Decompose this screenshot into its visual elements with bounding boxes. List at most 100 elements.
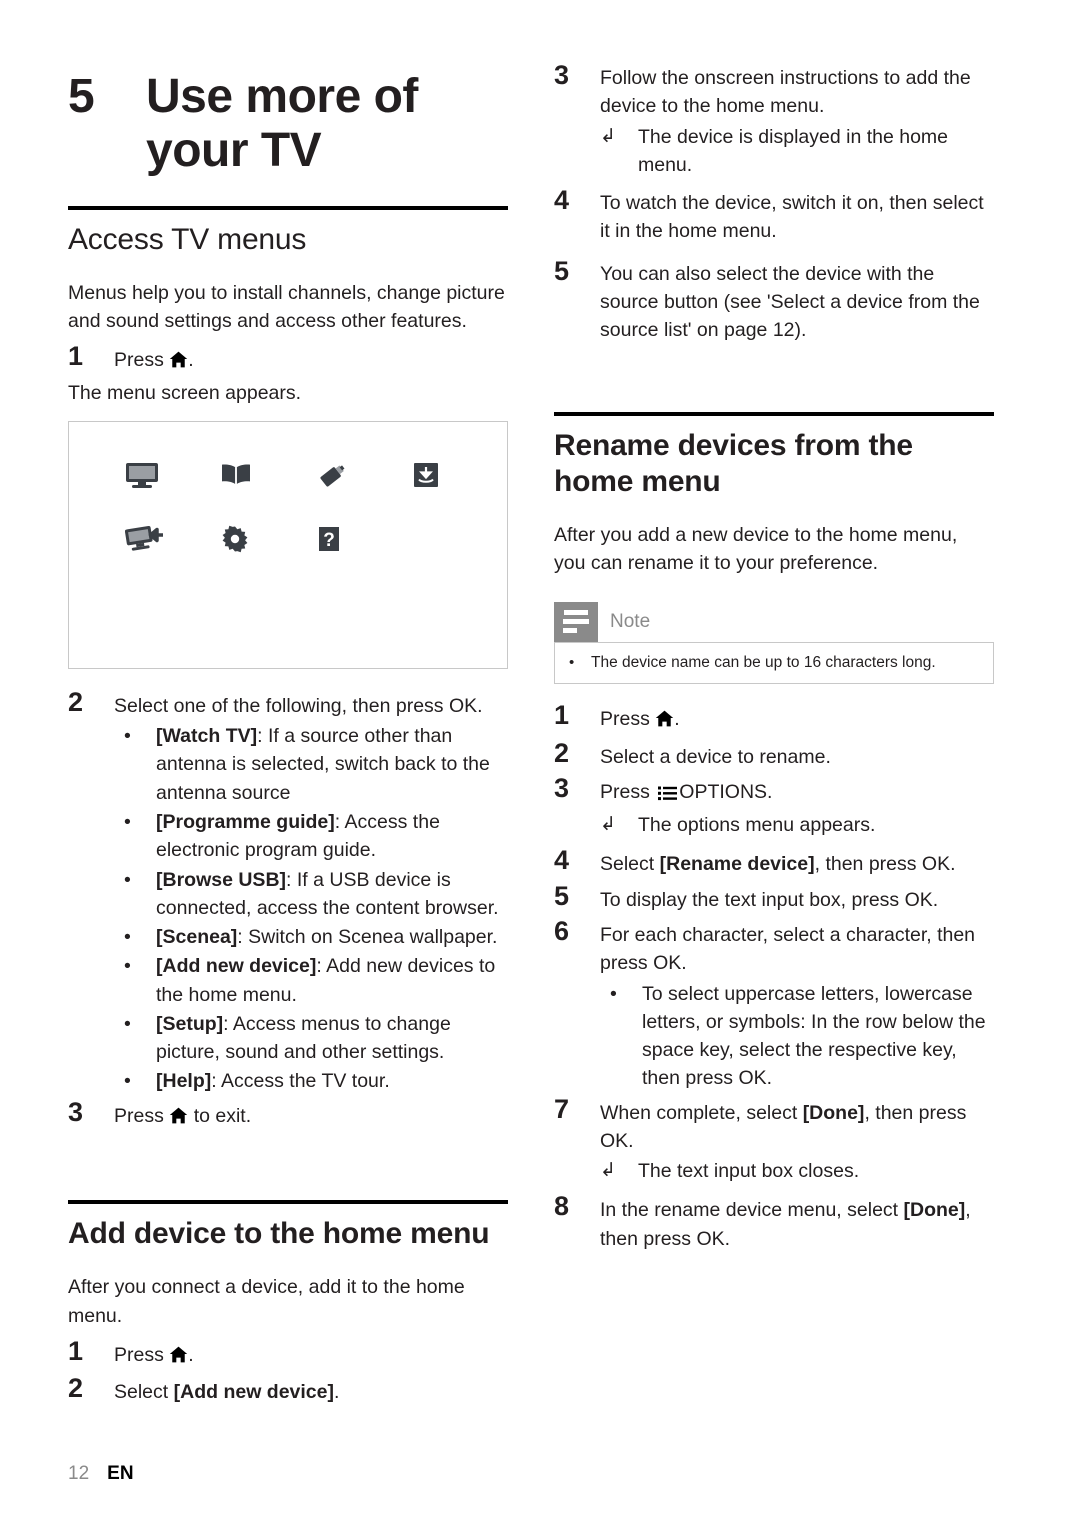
bullet-dot-icon: • <box>124 1012 131 1035</box>
tv-add-device-icon <box>125 522 221 556</box>
note-header: Note <box>554 601 994 642</box>
list-item: • [Scenea]: Switch on Scenea wallpaper. <box>114 923 508 951</box>
step-access-2: 2 Select one of the following, then pres… <box>68 687 508 720</box>
manual-page: 5 Use more of your TV Access TV menus Me… <box>0 0 1080 1527</box>
note-lines-icon <box>554 601 598 642</box>
options-menu-icon <box>658 781 678 809</box>
bullet-dot-icon: • <box>124 1070 131 1093</box>
step-number: 3 <box>554 772 570 803</box>
step-rename-7-result-wrap: ↲ The text input box closes. <box>554 1157 994 1185</box>
step-text-post: . <box>188 1343 194 1366</box>
home-menu-icon-row-2: ? <box>69 522 507 556</box>
step-number: 4 <box>554 845 570 876</box>
step-text-pre: Press <box>600 708 650 731</box>
home-icon <box>169 1104 188 1132</box>
list-item-term: [Browse USB] <box>156 868 287 891</box>
menu-item-name: [Rename device] <box>659 853 815 876</box>
bullet-dot-icon: • <box>610 982 617 1005</box>
note-line-1 <box>564 610 588 616</box>
list-item-term: [Scenea] <box>156 926 238 949</box>
step-result-text: The device is displayed in the home menu… <box>638 125 949 176</box>
home-menu-icon-row-1 <box>69 458 507 492</box>
step-number: 1 <box>554 700 570 731</box>
footer-language-code: EN <box>107 1463 134 1484</box>
step-text: Select one of the following, then press … <box>114 694 483 717</box>
step-access-1-result: The menu screen appears. <box>68 381 302 404</box>
step-add-device-2: 2 Select [Add new device]. <box>68 1373 508 1406</box>
step-text-pre: Select <box>114 1381 174 1404</box>
step-text: Press OPTIONS. <box>600 773 994 809</box>
step-text-pre: In the rename device menu, select <box>600 1199 904 1222</box>
step-number: 1 <box>68 341 84 372</box>
result-arrow-icon: ↲ <box>600 125 616 147</box>
list-item-term: [Help] <box>156 1070 212 1093</box>
chapter-title: Use more of your TV <box>146 70 418 178</box>
step-text-pre: Select <box>600 853 660 876</box>
step-text: Press . <box>114 1336 508 1371</box>
step-text-post: OPTIONS. <box>679 780 773 803</box>
list-item: • [Programme guide]: Access the electron… <box>114 808 508 865</box>
step-add-device-4: 4 To watch the device, switch it on, the… <box>554 185 994 246</box>
step-text-post: , then press OK. <box>814 853 956 876</box>
list-item-text: To select uppercase letters, lowercase l… <box>642 982 986 1090</box>
step-rename-6: 6 For each character, select a character… <box>554 916 994 978</box>
access-tv-menus-intro: Menus help you to install channels, chan… <box>68 281 505 333</box>
step-text: To watch the device, switch it on, then … <box>600 192 984 243</box>
step-access-3: 3 Press to exit. <box>68 1097 508 1132</box>
step-rename-6-bullet-wrap: • To select uppercase letters, lowercase… <box>554 980 994 1093</box>
list-item-term: [Programme guide] <box>156 811 335 834</box>
page-footer: 12 EN <box>68 1463 134 1485</box>
section-rule-access-tv-menus <box>68 205 508 210</box>
step-text: Select [Add new device]. <box>114 1373 508 1406</box>
step-number: 3 <box>554 60 570 90</box>
step-text-post: . <box>334 1381 340 1404</box>
step-text: Select a device to rename. <box>600 745 831 768</box>
section-heading-add-device: Add device to the home menu <box>68 1216 490 1250</box>
question-help-icon: ? <box>317 522 413 556</box>
step-number: 2 <box>68 686 84 717</box>
step-number: 2 <box>68 1373 84 1404</box>
step-text-pre: Press <box>114 1104 164 1127</box>
step-rename-3: 3 Press OPTIONS. <box>554 773 994 809</box>
note-line-3 <box>563 628 577 634</box>
step-text: When complete, select [Done], then press… <box>600 1094 994 1156</box>
step-access-1: 1 Press . <box>68 341 508 376</box>
step-rename-2: 2 Select a device to rename. <box>554 738 994 771</box>
chapter-title-line2: your TV <box>146 123 322 177</box>
note-box: Note • The device name can be up to 16 c… <box>554 601 994 685</box>
step-text: For each character, select a character, … <box>600 923 976 975</box>
menu-item-name: [Done] <box>802 1101 865 1124</box>
step-rename-1: 1 Press . <box>554 700 994 735</box>
list-item-text: [Setup]: Access menus to change picture,… <box>156 1010 508 1067</box>
step-result-text: The options menu appears. <box>638 814 876 837</box>
list-item-desc: : Access the TV tour. <box>211 1070 390 1093</box>
step-rename-8: 8 In the rename device menu, select [Don… <box>554 1191 994 1253</box>
step-text: You can also select the device with the … <box>600 262 980 342</box>
step-number: 4 <box>554 185 570 216</box>
list-item-desc: : Switch on Scenea wallpaper. <box>237 926 498 949</box>
step-result: ↲ The device is displayed in the home me… <box>600 123 994 180</box>
step-rename-7: 7 When complete, select [Done], then pre… <box>554 1094 994 1156</box>
chapter-title-line1: Use more of <box>146 70 418 123</box>
bullet-dot-icon: • <box>124 868 131 891</box>
note-line-2 <box>563 619 589 625</box>
step-text-post: to exit. <box>193 1104 252 1127</box>
note-body: • The device name can be up to 16 charac… <box>554 641 994 685</box>
bullet-dot-icon: • <box>124 955 131 978</box>
menu-item-name: [Done] <box>903 1199 966 1222</box>
list-item-term: [Setup] <box>156 1012 224 1035</box>
step-add-device-1: 1 Press . <box>68 1336 508 1371</box>
bullet-dot-icon: • <box>124 811 131 834</box>
home-icon <box>169 348 188 376</box>
step-text-period: . <box>188 349 194 372</box>
list-item-text: [Help]: Access the TV tour. <box>156 1067 508 1095</box>
list-item-text: [Programme guide]: Access the electronic… <box>156 808 508 865</box>
step-text-label: Press <box>114 349 164 372</box>
list-item-term: [Add new device] <box>156 955 317 978</box>
list-item: • [Setup]: Access menus to change pictur… <box>114 1010 508 1067</box>
section-rule-rename-devices <box>554 412 994 417</box>
list-item-text: [Watch TV]: If a source other than anten… <box>156 722 508 807</box>
step-text: Press to exit. <box>114 1097 508 1132</box>
